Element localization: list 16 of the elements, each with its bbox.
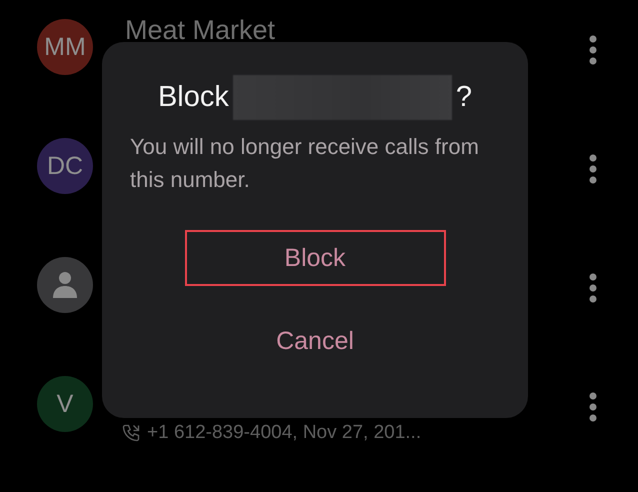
cancel-button[interactable]: Cancel <box>184 313 446 369</box>
dialog-title: Block <box>158 80 229 114</box>
more-options-icon[interactable] <box>588 273 598 303</box>
dialog-message: You will no longer receive calls from this number. <box>130 133 480 194</box>
person-icon <box>51 270 79 300</box>
more-options-icon[interactable] <box>588 392 598 422</box>
block-button[interactable]: Block <box>184 230 446 286</box>
contact-avatar: DC <box>37 138 93 194</box>
phone-icon <box>121 423 141 443</box>
contact-avatar: MM <box>37 19 93 75</box>
question-mark: ? <box>456 80 472 114</box>
more-options-icon[interactable] <box>588 154 598 184</box>
contact-name: Meat Market <box>125 15 276 46</box>
call-details: +1 612-839-4004, Nov 27, 201... <box>121 422 422 444</box>
contact-avatar: V <box>37 376 93 432</box>
more-options-icon[interactable] <box>588 35 598 65</box>
